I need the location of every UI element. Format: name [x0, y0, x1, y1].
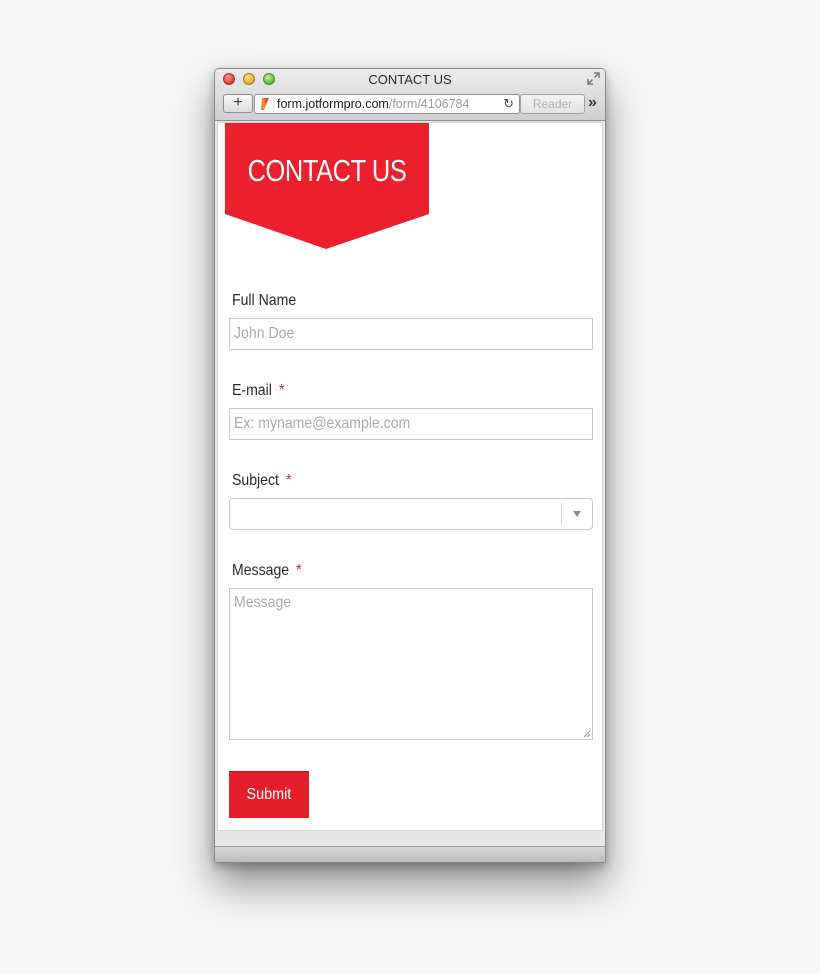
jotform-favicon-icon	[261, 98, 269, 110]
message-label: Message *	[232, 562, 302, 579]
required-mark: *	[296, 562, 302, 579]
caret-down-icon	[573, 511, 581, 517]
address-bar[interactable]: form.jotformpro.com/form/4106784 ↻	[254, 94, 520, 114]
full-name-placeholder: John Doe	[234, 325, 295, 342]
submit-button[interactable]: Submit	[229, 771, 309, 818]
plus-icon: +	[233, 94, 243, 111]
browser-toolbar: CONTACT US + form.jotformpro.com/form/41…	[215, 69, 605, 121]
required-mark: *	[278, 382, 285, 399]
page-content: CONTACT US Full Name John Doe E-mail * Ex…	[217, 122, 603, 831]
chevrons-right-icon[interactable]: »	[588, 94, 597, 112]
new-tab-button[interactable]: +	[223, 94, 253, 113]
email-placeholder: Ex: myname@example.com	[234, 415, 411, 432]
message-textarea[interactable]: Message	[229, 588, 593, 740]
reader-button[interactable]: Reader	[520, 94, 585, 114]
required-mark: *	[286, 472, 292, 489]
email-input[interactable]: Ex: myname@example.com	[229, 408, 593, 440]
select-divider	[561, 503, 562, 525]
window-status-bar	[215, 846, 605, 862]
message-placeholder: Message	[234, 594, 292, 611]
url-text: form.jotformpro.com/form/4106784	[277, 97, 470, 111]
reload-icon[interactable]: ↻	[503, 95, 514, 113]
contact-banner: CONTACT US	[225, 123, 429, 249]
expand-icon[interactable]	[587, 72, 600, 85]
url-path: /form/4106784	[388, 97, 470, 111]
subject-select[interactable]	[229, 498, 593, 530]
subject-label: Subject *	[232, 472, 292, 489]
window-title: CONTACT US	[368, 72, 452, 87]
browser-window: CONTACT US + form.jotformpro.com/form/41…	[214, 68, 606, 863]
full-name-input[interactable]: John Doe	[229, 318, 593, 350]
resize-grip-icon[interactable]	[583, 730, 591, 738]
email-label: E-mail *	[232, 382, 285, 399]
full-name-label: Full Name	[232, 292, 297, 309]
banner-title: CONTACT US	[247, 153, 407, 188]
